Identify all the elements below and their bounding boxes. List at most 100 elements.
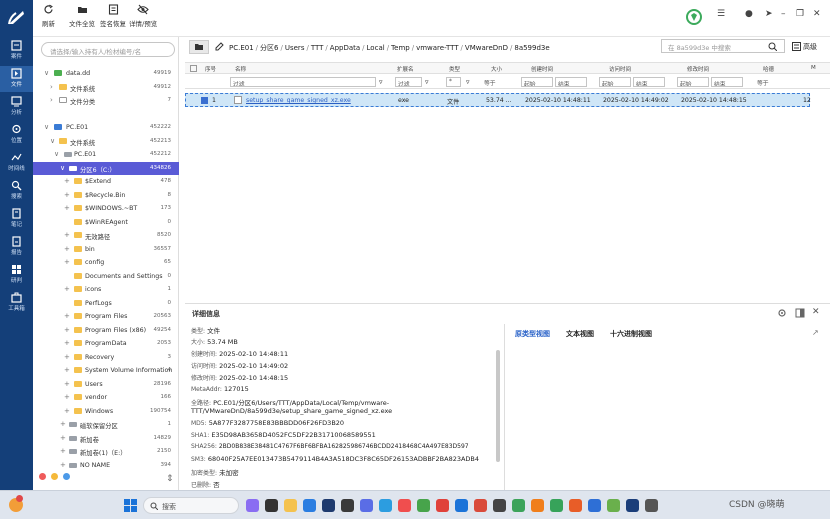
- tree-item-partition[interactable]: + NO NAME 394: [33, 459, 179, 473]
- expand-icon[interactable]: +: [64, 326, 70, 334]
- collapse-icon[interactable]: ∨: [50, 137, 55, 145]
- col-header-more[interactable]: M: [811, 65, 816, 71]
- filter-accessed-end[interactable]: 结束: [633, 77, 665, 87]
- app-icon[interactable]: [645, 499, 658, 512]
- breadcrumb-item[interactable]: AppData: [330, 44, 360, 52]
- tab-raw-view[interactable]: 原类型视图: [515, 330, 550, 338]
- nav-timeline[interactable]: 时间线: [0, 150, 33, 176]
- expand-icon[interactable]: +: [60, 461, 66, 469]
- app-icon[interactable]: [588, 499, 601, 512]
- word-icon[interactable]: [455, 499, 468, 512]
- tree-item-folder[interactable]: + Recovery 3: [33, 351, 179, 365]
- collapse-icon[interactable]: ∨: [60, 164, 65, 172]
- app-icon[interactable]: [417, 499, 430, 512]
- filter-modified-end[interactable]: 结束: [711, 77, 743, 87]
- tree-item-folder[interactable]: + Program Files 20563: [33, 310, 179, 324]
- app-icon[interactable]: [379, 499, 392, 512]
- collapse-icon[interactable]: ∨: [44, 123, 49, 131]
- expand-icon[interactable]: +: [60, 420, 66, 428]
- tree-item-folder[interactable]: + Users 28196: [33, 378, 179, 392]
- tree-item-folder[interactable]: PerfLogs 0: [33, 297, 179, 311]
- windows-start-icon[interactable]: [124, 499, 137, 512]
- app-icon[interactable]: [398, 499, 411, 512]
- breadcrumb-item[interactable]: 8a599d3e: [514, 44, 549, 52]
- filter-modified-start[interactable]: 起始: [677, 77, 709, 87]
- evidence-search-input[interactable]: 请选择/输入持有人/检材编号/名: [41, 42, 175, 57]
- app-icon[interactable]: [531, 499, 544, 512]
- tree-item-partition[interactable]: + 磁软保留分区 1: [33, 418, 179, 432]
- expand-icon[interactable]: +: [64, 366, 70, 374]
- collapse-icon[interactable]: ∨: [54, 150, 59, 158]
- tree-item-folder[interactable]: + System Volume Information 4: [33, 364, 179, 378]
- forensics-app-icon[interactable]: [626, 499, 639, 512]
- col-header-name[interactable]: 名称: [235, 65, 246, 73]
- close-icon[interactable]: ✕: [813, 9, 821, 19]
- folder-search-input[interactable]: 在 8a599d3e 中搜索: [661, 39, 785, 53]
- chrome-icon[interactable]: [550, 499, 563, 512]
- col-header-created[interactable]: 创建时间: [531, 65, 553, 73]
- filter-ext-input[interactable]: 过滤: [395, 77, 422, 87]
- expand-icon[interactable]: +: [64, 393, 70, 401]
- app-icon[interactable]: [512, 499, 525, 512]
- tree-item-partition[interactable]: + 新加卷(1)（E:） 2150: [33, 445, 179, 459]
- tree-item-folder[interactable]: + bin 36557: [33, 243, 179, 257]
- wps-icon[interactable]: [474, 499, 487, 512]
- filter-hash-select[interactable]: 等于: [755, 77, 805, 87]
- tree-item-folder[interactable]: Documents and Settings 0: [33, 270, 179, 284]
- expand-icon[interactable]: +: [64, 245, 70, 253]
- minimize-icon[interactable]: –: [781, 9, 786, 19]
- settings-icon[interactable]: [777, 308, 787, 318]
- restore-icon[interactable]: ❐: [796, 9, 804, 19]
- collapse-arrows-icon[interactable]: ⇕: [166, 474, 174, 484]
- detail-close-icon[interactable]: ✕: [812, 307, 820, 317]
- folder-view-button[interactable]: [189, 40, 209, 54]
- tree-item-folder[interactable]: + Windows 190754: [33, 405, 179, 419]
- expand-icon[interactable]: +: [64, 285, 70, 293]
- collapse-icon[interactable]: ∨: [44, 69, 49, 77]
- row-checkbox[interactable]: [201, 97, 208, 104]
- nav-notes[interactable]: 笔记: [0, 206, 33, 232]
- expand-icon[interactable]: +: [64, 204, 70, 212]
- filter-accessed-start[interactable]: 起始: [599, 77, 631, 87]
- file-overview-button[interactable]: 文件全览: [69, 4, 95, 28]
- tree-item-folder[interactable]: + $Recycle.Bin 8: [33, 189, 179, 203]
- expand-icon[interactable]: +: [64, 177, 70, 185]
- explorer-icon[interactable]: [284, 499, 297, 512]
- col-header-hash[interactable]: 哈德: [763, 65, 774, 73]
- tree-item-data-dd[interactable]: ∨ data.dd 49919: [33, 67, 179, 81]
- expand-icon[interactable]: +: [64, 231, 70, 239]
- pin-icon[interactable]: ➤: [765, 9, 773, 19]
- col-header-index[interactable]: 序号: [205, 65, 216, 73]
- col-header-ext[interactable]: 扩展名: [397, 65, 414, 73]
- breadcrumb-item[interactable]: VMwareDnD: [465, 44, 508, 52]
- popout-icon[interactable]: ↗: [812, 328, 819, 337]
- breadcrumb-item[interactable]: TTT: [311, 44, 324, 52]
- expand-icon[interactable]: +: [64, 258, 70, 266]
- breadcrumb-item[interactable]: PC.E01: [229, 44, 254, 52]
- app-icon[interactable]: [246, 499, 259, 512]
- col-header-size[interactable]: 大小: [491, 65, 502, 73]
- nav-report[interactable]: 报告: [0, 234, 33, 260]
- status-icon[interactable]: [686, 9, 702, 25]
- breadcrumb-item[interactable]: Local: [367, 44, 385, 52]
- filter-name-input[interactable]: 过滤: [230, 77, 376, 87]
- tree-item-category[interactable]: › 文件分类 7: [33, 94, 179, 108]
- expand-icon[interactable]: +: [64, 339, 70, 347]
- breadcrumb-item[interactable]: 分区6: [260, 44, 278, 52]
- nav-judge[interactable]: 研判: [0, 262, 33, 288]
- expand-icon[interactable]: ›: [50, 83, 53, 91]
- detail-scrollbar[interactable]: [496, 350, 500, 462]
- user-icon[interactable]: ●: [745, 9, 753, 19]
- nav-analysis[interactable]: 分析: [0, 94, 33, 120]
- nav-location[interactable]: 位置: [0, 122, 33, 148]
- red-dot-icon[interactable]: [39, 473, 46, 480]
- col-header-accessed[interactable]: 访问时间: [609, 65, 631, 73]
- expand-icon[interactable]: +: [64, 191, 70, 199]
- tree-item-folder[interactable]: + $Extend 478: [33, 175, 179, 189]
- tree-item-partition6[interactable]: ∨ 分区6（C:） 434826: [33, 161, 179, 175]
- nav-search[interactable]: 搜索: [0, 178, 33, 204]
- tab-text-view[interactable]: 文本视图: [566, 330, 594, 338]
- terminal-icon[interactable]: [341, 499, 354, 512]
- filter-size-select[interactable]: 等于: [482, 77, 516, 87]
- filter-type-select[interactable]: *: [446, 77, 461, 87]
